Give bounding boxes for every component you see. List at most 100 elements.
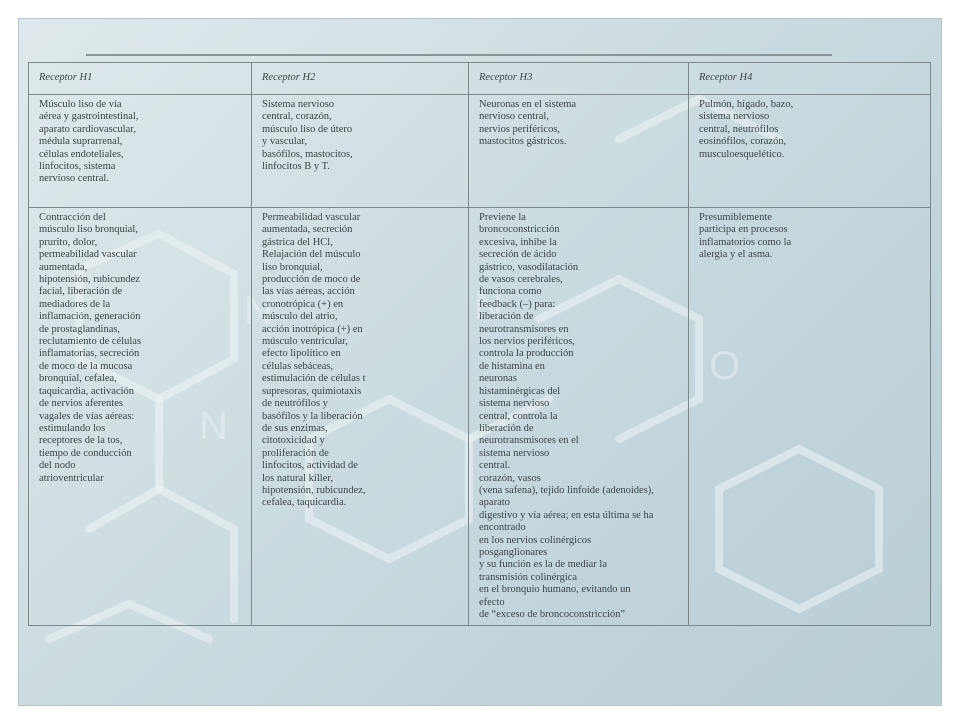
cell-text-line: y su función es la de mediar la <box>479 559 607 571</box>
cell-text-line: proliferación de <box>262 447 329 459</box>
cell-text-line: de prostaglandinas, <box>39 323 121 335</box>
cell-text-line: de sus enzimas, <box>262 422 328 434</box>
cell-text-line: prurito, dolor, <box>39 236 98 248</box>
cell-text-line: nervios periféricos, <box>479 123 561 135</box>
cell-text-line: gástrica del HCl, <box>262 236 333 248</box>
cell-text-line: los natural killer, <box>262 472 334 484</box>
cell-text-line: y vascular, <box>262 136 308 148</box>
cell-text-line: liberación de <box>479 311 534 323</box>
cell-h2-effects: Permeabilidad vascular aumentada, secreci… <box>251 206 469 627</box>
cell-text-line: nervioso central, <box>479 111 549 123</box>
cell-text-line: Permeabilidad vascular <box>262 212 361 223</box>
cell-text-line: de moco de la mucosa <box>39 360 133 372</box>
cell-text-line: funciona como <box>479 286 542 298</box>
cell-h4-location: Pulmón, hígado, bazo, sistema nervioso cen… <box>688 94 931 208</box>
cell-text-line: sistema nervioso <box>479 447 550 459</box>
cell-h3-effects: Previene la broncoconstricción excesiva, i… <box>468 206 689 627</box>
header-h3: Receptor H3 <box>468 62 689 95</box>
cell-text-line: central, corazón, <box>262 111 332 123</box>
cell-text-line: estimulando los <box>39 422 106 434</box>
header-h4: Receptor H4 <box>688 62 931 95</box>
cell-text-line: inflamación, generación <box>39 311 141 323</box>
histamine-receptor-table: Receptor H1 Receptor H2 Receptor H3 Rece… <box>28 62 931 627</box>
cell-text-line: tiempo de conducción <box>39 447 132 459</box>
cell-text-line: (vena safena), tejido linfoide (adenoide… <box>479 484 654 496</box>
cell-text-line: linfocitos, sistema <box>39 161 116 173</box>
cell-text-line: linfocitos, actividad de <box>262 460 358 472</box>
cell-text-line: células sebáceas, <box>262 360 334 372</box>
cell-text-line: efecto lipolítico en <box>262 348 341 360</box>
title-rule <box>86 54 832 56</box>
cell-text-line: taquicardia, activación <box>39 385 135 397</box>
cell-text-line: del nodo <box>39 460 76 472</box>
cell-text-line: basófilos, mastocitos, <box>262 148 353 160</box>
cell-h4-effects: Presumiblemente participa en procesos infl… <box>688 206 931 627</box>
header-row: Receptor H1 Receptor H2 Receptor H3 Rece… <box>28 62 931 95</box>
cell-text-line: transmisión colinérgica <box>479 571 578 583</box>
cell-text-line: mastocitos gástricos. <box>479 136 567 148</box>
cell-text-line: aérea y gastrointestinal, <box>39 111 139 123</box>
cell-text-line: liberación de <box>479 422 534 434</box>
cell-text-line: aparato <box>479 497 510 509</box>
cell-text-line: sistema nervioso <box>699 111 770 123</box>
cell-text-line: eosinófilos, corazón, <box>699 136 787 148</box>
cell-text-line: de “exceso de broncoconstricción” <box>479 609 626 620</box>
cell-text-line: bronquial, cefalea, <box>39 373 117 385</box>
table-row-effects: Contracción del músculo liso bronquial, pr… <box>28 206 931 627</box>
cell-text-line: digestivo y vía aérea; en esta última se… <box>479 509 654 521</box>
cell-text-line: hipotensión, rubicundez <box>39 274 140 286</box>
cell-text-line: nervioso central. <box>39 173 109 185</box>
cell-text-line: Previene la <box>479 212 526 223</box>
cell-text-line: vagales de vías aéreas: <box>39 410 135 422</box>
cell-h2-location: Sistema nervioso central, corazón, músculo… <box>251 94 469 208</box>
cell-text-line: sistema nervioso <box>479 398 550 410</box>
cell-text-line: aumentada, <box>39 261 88 273</box>
cell-text-line: linfocitos B y T. <box>262 161 330 173</box>
cell-h1-effects: Contracción del músculo liso bronquial, pr… <box>28 206 252 627</box>
cell-text-line: Pulmón, hígado, bazo, <box>699 99 794 110</box>
table-row-location: Músculo liso de vía aérea y gastrointesti… <box>28 94 931 208</box>
cell-text-line: supresoras, quimiotaxis <box>262 385 362 397</box>
cell-text-line: neurotransmisores en <box>479 323 569 335</box>
cell-text-line: de neutrófilos y <box>262 398 328 410</box>
cell-text-line: encontrado <box>479 522 526 534</box>
cell-text-line: cefalea, taquicardia. <box>262 497 347 509</box>
cell-text-line: células endoteliales, <box>39 148 124 160</box>
cell-text-line: de vasos cerebrales, <box>479 274 563 286</box>
cell-h1-location: Músculo liso de vía aérea y gastrointesti… <box>28 94 252 208</box>
cell-text-line: broncoconstricción <box>479 224 560 236</box>
cell-text-line: estimulación de células t <box>262 373 366 385</box>
cell-text-line: excesiva, inhibe la <box>479 236 557 248</box>
cell-text-line: neurotransmisores en el <box>479 435 579 447</box>
cell-text-line: corazón, vasos <box>479 472 541 484</box>
cell-text-line: en los nervios colinérgicos <box>479 534 592 546</box>
cell-text-line: de nervios aferentes <box>39 398 123 410</box>
cell-text-line: facial, liberación de <box>39 286 123 298</box>
cell-text-line: de histamina en <box>479 360 545 372</box>
cell-text-line: liso bronquial, <box>262 261 323 273</box>
cell-text-line: inflamatorias, secreción <box>39 348 140 360</box>
cell-text-line: Relajación del músculo <box>262 249 361 261</box>
cell-text-line: músculo liso de útero <box>262 123 353 135</box>
cell-text-line: neuronas <box>479 373 517 385</box>
cell-text-line: Sistema nervioso <box>262 99 335 110</box>
cell-text-line: mediadores de la <box>39 298 111 310</box>
cell-text-line: aparato cardiovascular, <box>39 123 136 135</box>
cell-text-line: en el bronquio humano, evitando un <box>479 584 631 596</box>
cell-text-line: efecto <box>479 596 505 608</box>
cell-text-line: hipotensión, rubicundez, <box>262 484 366 496</box>
cell-text-line: central, neutrófilos <box>699 123 779 135</box>
cell-text-line: gástrico, vasodilatación <box>479 261 579 273</box>
cell-text-line: central, controla la <box>479 410 558 422</box>
cell-text-line: alergia y el asma. <box>699 249 773 261</box>
cell-text-line: los nervios periféricos, <box>479 336 575 348</box>
cell-text-line: citotoxicidad y <box>262 435 325 447</box>
cell-text-line: acción inotrópica (+) en <box>262 323 363 335</box>
cell-text-line: Neuronas en el sistema <box>479 99 577 110</box>
cell-text-line: central. <box>479 460 511 472</box>
cell-text-line: secreción de ácido <box>479 249 557 261</box>
cell-text-line: controla la producción <box>479 348 574 360</box>
cell-text-line: permeabilidad vascular <box>39 249 137 261</box>
cell-text-line: producción de moco de <box>262 274 361 286</box>
cell-text-line: aumentada, secreción <box>262 224 353 236</box>
